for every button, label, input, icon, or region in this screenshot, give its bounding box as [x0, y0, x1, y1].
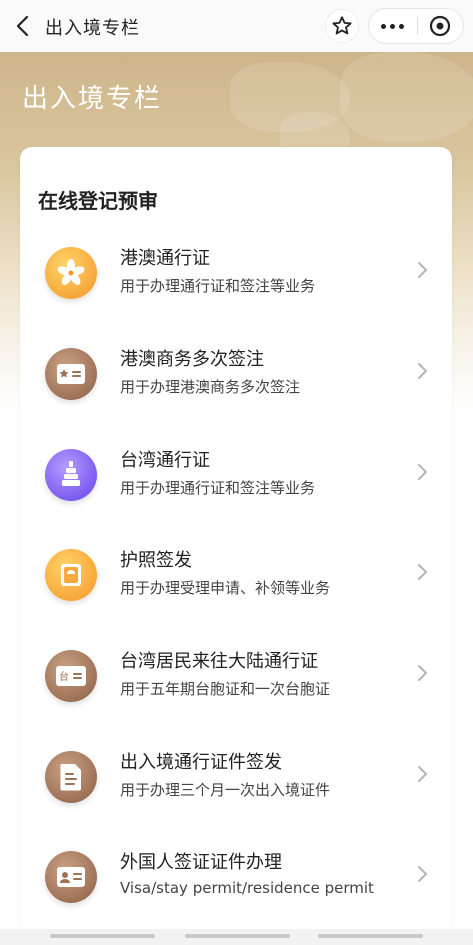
- home-indicator: [318, 934, 423, 938]
- top-nav-bar: 出入境专栏: [0, 0, 473, 52]
- chevron-right-icon: [418, 564, 427, 580]
- passport-icon: [61, 564, 81, 586]
- service-item-hk-macao-permit[interactable]: 港澳通行证 用于办理通行证和签注等业务: [20, 234, 452, 324]
- service-subtitle: 用于办理三个月一次出入境证件: [120, 781, 331, 799]
- svg-text:台: 台: [59, 670, 69, 683]
- chevron-right-icon: [418, 766, 427, 782]
- chevron-right-icon: [418, 866, 427, 882]
- service-item-exit-entry-document[interactable]: 出入境通行证件签发 用于办理三个月一次出入境证件: [20, 738, 452, 828]
- service-subtitle: 用于五年期台胞证和一次台胞证: [120, 680, 331, 698]
- back-button[interactable]: [10, 13, 36, 39]
- service-subtitle: 用于办理受理申请、补领等业务: [120, 579, 331, 597]
- service-subtitle: 用于办理港澳商务多次签注: [120, 378, 301, 396]
- visa-card-icon: [57, 867, 85, 887]
- close-mini-program-button[interactable]: [417, 8, 463, 44]
- service-icon: 台: [45, 650, 97, 702]
- more-dots-icon: [381, 23, 387, 29]
- chevron-right-icon: [418, 464, 427, 480]
- service-icon: [45, 751, 97, 803]
- service-icon: [45, 851, 97, 903]
- world-map-decoration: [340, 52, 473, 142]
- star-outline-icon: [332, 16, 352, 35]
- bauhinia-flower-icon: [57, 259, 85, 285]
- hero-title: 出入境专栏: [22, 84, 163, 114]
- nav-title: 出入境专栏: [45, 18, 140, 39]
- landmark-tower-icon: [62, 461, 80, 486]
- service-title: 台湾通行证: [120, 450, 210, 471]
- service-item-passport[interactable]: 护照签发 用于办理受理申请、补领等业务: [20, 536, 452, 626]
- service-item-taiwan-resident-permit[interactable]: 台 台湾居民来往大陆通行证 用于五年期台胞证和一次台胞证: [20, 637, 452, 727]
- more-button[interactable]: [369, 8, 417, 44]
- chevron-right-icon: [418, 363, 427, 379]
- services-card: 在线登记预审 港澳通行证 用于办理通行证和签注等业务 港澳商务多次签注 用于办理…: [20, 147, 452, 937]
- service-item-hk-macao-business-endorsement[interactable]: 港澳商务多次签注 用于办理港澳商务多次签注: [20, 335, 452, 425]
- chevron-right-icon: [418, 262, 427, 278]
- service-title: 出入境通行证件签发: [120, 752, 282, 773]
- chevron-right-icon: [418, 665, 427, 681]
- target-circle-icon: [430, 15, 451, 37]
- home-indicator: [50, 934, 155, 938]
- home-indicator: [185, 934, 290, 938]
- service-subtitle: 用于办理通行证和签注等业务: [120, 277, 316, 295]
- service-subtitle: Visa/stay permit/residence permit: [120, 879, 374, 897]
- taiwan-card-icon: 台: [56, 666, 86, 686]
- document-icon: [60, 764, 81, 791]
- favorite-button[interactable]: [325, 9, 359, 43]
- section-title: 在线登记预审: [38, 189, 158, 213]
- id-card-icon: [57, 364, 85, 384]
- service-item-taiwan-permit[interactable]: 台湾通行证 用于办理通行证和签注等业务: [20, 436, 452, 526]
- service-title: 台湾居民来往大陆通行证: [120, 651, 318, 672]
- service-subtitle: 用于办理通行证和签注等业务: [120, 479, 316, 497]
- service-icon: [45, 449, 97, 501]
- service-item-foreigner-visa[interactable]: 外国人签证证件办理 Visa/stay permit/residence per…: [20, 838, 452, 928]
- service-icon: [45, 348, 97, 400]
- service-title: 港澳通行证: [120, 248, 210, 269]
- service-title: 港澳商务多次签注: [120, 349, 264, 370]
- service-icon: [45, 549, 97, 601]
- bottom-home-bar: [0, 929, 473, 945]
- service-title: 护照签发: [120, 550, 192, 571]
- chevron-left-icon: [16, 15, 29, 37]
- service-icon: [45, 247, 97, 299]
- mini-program-capsule: [368, 8, 464, 44]
- service-title: 外国人签证证件办理: [120, 852, 282, 873]
